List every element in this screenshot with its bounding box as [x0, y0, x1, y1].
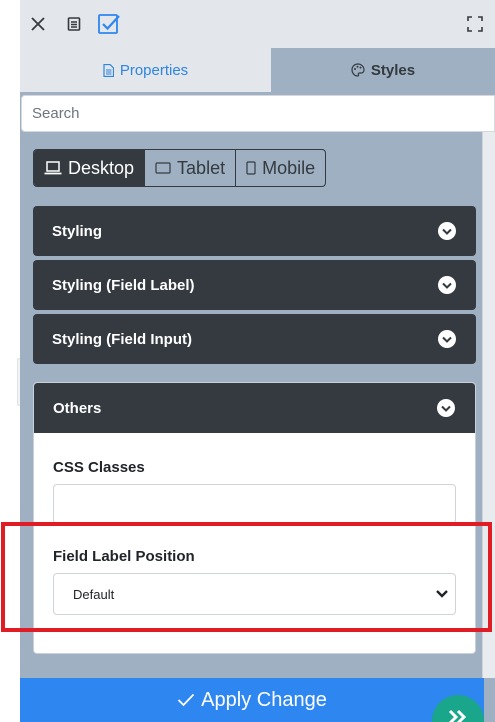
double-chevron-right-icon	[447, 709, 469, 722]
tab-properties-label: Properties	[119, 61, 189, 79]
section-others-header[interactable]: Others	[34, 383, 475, 433]
tablet-icon	[155, 162, 171, 174]
device-mobile-button[interactable]: Mobile	[236, 150, 325, 186]
chevron-down-icon[interactable]	[438, 276, 456, 294]
tab-styles-label: Styles	[370, 61, 416, 79]
device-desktop-button[interactable]: Desktop	[34, 150, 146, 186]
device-tablet-button[interactable]: Tablet	[145, 150, 237, 186]
apply-change-button[interactable]: Apply Change	[20, 678, 484, 722]
tab-styles[interactable]: Styles	[271, 48, 495, 92]
palette-icon	[351, 63, 365, 77]
section-styling-field-input[interactable]: Styling (Field Input)	[33, 314, 476, 364]
document-icon[interactable]	[62, 12, 86, 36]
device-switcher: Desktop Tablet Mobile	[33, 149, 327, 187]
css-classes-label: CSS Classes	[53, 459, 145, 476]
fullscreen-icon[interactable]	[463, 12, 487, 36]
apply-change-label: Apply Change	[201, 688, 327, 711]
css-classes-input[interactable]	[53, 484, 456, 524]
section-others-label: Others	[53, 399, 102, 417]
panel-tabs: Properties Styles	[20, 48, 495, 92]
check-icon	[177, 693, 195, 707]
section-styling-field-label-header[interactable]: Styling (Field Label)	[33, 260, 476, 310]
mobile-icon	[246, 161, 256, 175]
close-icon[interactable]	[26, 12, 50, 36]
section-styling-field-input-header[interactable]: Styling (Field Input)	[33, 314, 476, 364]
chevron-down-icon[interactable]	[438, 330, 456, 348]
tab-properties[interactable]: Properties	[20, 48, 271, 92]
section-styling-field-input-label: Styling (Field Input)	[52, 330, 192, 348]
chevron-down-icon[interactable]	[438, 222, 456, 240]
section-styling-field-label-label: Styling (Field Label)	[52, 276, 195, 294]
chevron-down-icon[interactable]	[437, 399, 455, 417]
search-input[interactable]	[21, 95, 495, 132]
section-styling-label: Styling	[52, 222, 103, 240]
device-tablet-label: Tablet	[177, 157, 226, 178]
highlight-box	[1, 522, 492, 632]
file-icon	[103, 63, 114, 77]
panel-toolbar	[20, 0, 495, 48]
device-mobile-label: Mobile	[262, 157, 316, 178]
laptop-icon	[44, 161, 62, 175]
checkbox-icon[interactable]	[97, 12, 121, 36]
section-styling-field-label[interactable]: Styling (Field Label)	[33, 260, 476, 310]
section-styling[interactable]: Styling	[33, 206, 476, 256]
section-styling-header[interactable]: Styling	[33, 206, 476, 256]
device-desktop-label: Desktop	[68, 157, 135, 178]
